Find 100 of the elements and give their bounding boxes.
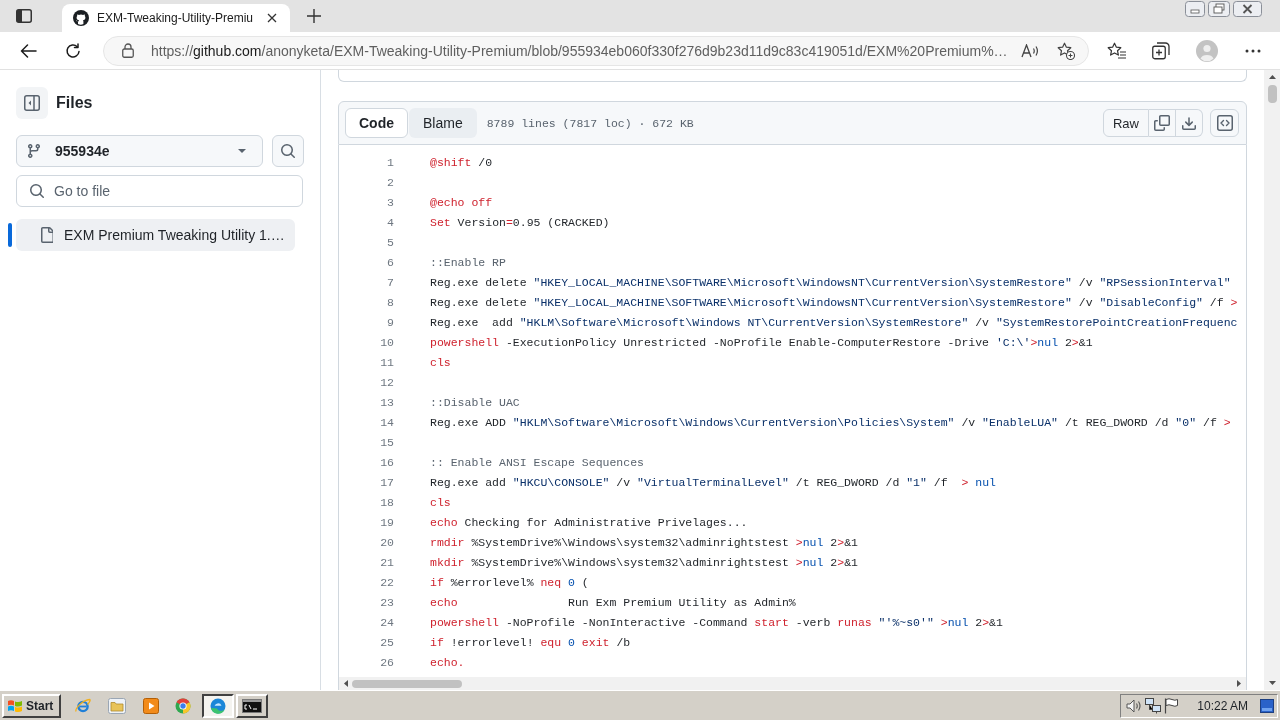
line-number: 15 xyxy=(379,435,394,451)
code-line: @shift /0 xyxy=(430,155,493,171)
code-line: ::Enable RP xyxy=(430,255,506,271)
code-line: Reg.exe delete "HKEY_LOCAL_MACHINE\SOFTWARE\Microsoft\WindowsNT\CurrentVersion\SystemRestore" /v "RPSessionInterval" xyxy=(430,275,1231,291)
url-text: https://github.com/anonyketa/EXM-Tweaking-Utility-Premium/blob/955934eb060f330f276d9b23d11d9c83c419051d/EXM%20Premium%… xyxy=(151,42,1008,59)
scroll-right-icon[interactable] xyxy=(1237,680,1241,687)
file-info: 8789 lines (7817 loc) · 672 KB xyxy=(486,116,694,130)
refresh-icon[interactable] xyxy=(65,42,81,59)
caret-icon xyxy=(238,149,246,153)
view-tab[interactable]: Blame xyxy=(409,108,477,138)
speaker-icon[interactable] xyxy=(1126,698,1142,713)
code-line: powershell -NoProfile -NonInteractive -Command start -verb runas "'%~s0'" >nul 2>&1 xyxy=(430,615,1003,631)
copy-icon xyxy=(1154,115,1170,131)
line-number: 25 xyxy=(379,635,394,651)
code-line: if !errorlevel! equ 0 exit /b xyxy=(430,635,631,651)
symbols-button[interactable] xyxy=(1210,109,1239,137)
scrollbar-thumb[interactable] xyxy=(352,679,462,688)
code-line: echo Run Exm Premium Utility as Admin% xyxy=(430,595,796,611)
download-button[interactable] xyxy=(1176,109,1203,137)
file-icon xyxy=(41,227,53,243)
scroll-up-icon[interactable] xyxy=(1268,75,1276,79)
flag-icon[interactable] xyxy=(1164,697,1178,714)
code-line: powershell -ExecutionPolicy Unrestricted -NoProfile Enable-ComputerRestore -Drive 'C:\'>nul 2>&1 xyxy=(430,335,1093,351)
browser-tab[interactable]: EXM-Tweaking-Utility-Premiu xyxy=(62,4,290,32)
collections-icon[interactable] xyxy=(1152,41,1170,60)
code-line: echo Checking for Administrative Privelages... xyxy=(430,515,748,531)
taskbar-button[interactable] xyxy=(202,693,235,718)
clock[interactable]: 10:22 AM xyxy=(1197,698,1248,713)
line-number: 12 xyxy=(379,375,394,391)
code-line: @echo off xyxy=(430,195,493,211)
file-item[interactable]: EXM Premium Tweaking Utility 1.… xyxy=(16,219,295,251)
line-number: 4 xyxy=(386,215,394,231)
code-line: Reg.exe delete "HKEY_LOCAL_MACHINE\SOFTWARE\Microsoft\WindowsNT\CurrentVersion\SystemRestore" /v "DisableConfig" /f > xyxy=(430,295,1238,311)
horizontal-scrollbar[interactable] xyxy=(339,677,1246,690)
star-plus-icon[interactable] xyxy=(1057,41,1075,60)
vertical-scrollbar[interactable] xyxy=(1264,70,1280,690)
terminal-icon[interactable] xyxy=(242,698,263,713)
line-number: 11 xyxy=(379,355,394,371)
close-icon[interactable] xyxy=(1233,1,1262,17)
line-number: 5 xyxy=(386,235,394,251)
star-list-icon[interactable] xyxy=(1107,42,1127,59)
selection-indicator xyxy=(8,223,12,247)
back-icon[interactable] xyxy=(20,43,37,58)
line-number: 10 xyxy=(379,335,394,351)
code-line: rmdir %SystemDrive%\Windows\system32\adminrightstest >nul 2>&1 xyxy=(430,535,858,551)
branch-selector[interactable]: 955934e xyxy=(16,135,263,167)
line-number: 17 xyxy=(379,475,394,491)
raw-button[interactable]: Raw xyxy=(1103,109,1149,137)
line-number: 14 xyxy=(379,415,394,431)
line-number: 20 xyxy=(379,535,394,551)
restore-icon[interactable] xyxy=(1208,1,1230,17)
browser-logo-icon[interactable] xyxy=(175,697,192,714)
address-bar[interactable]: https://github.com/anonyketa/EXM-Tweaking-Utility-Premium/blob/955934eb060f330f276d9b23d11d9c83c419051d/EXM%20Premium%… xyxy=(103,35,1089,66)
network-icon[interactable] xyxy=(1145,697,1161,714)
line-number: 2 xyxy=(386,175,394,191)
line-number: 24 xyxy=(379,615,394,631)
code-line: :: Enable ANSI Escape Sequences xyxy=(430,455,644,471)
copy-button[interactable] xyxy=(1149,109,1176,137)
line-number: 26 xyxy=(379,655,394,671)
scrollbar-thumb[interactable] xyxy=(1267,85,1277,103)
scroll-left-icon[interactable] xyxy=(344,680,348,687)
branch-icon xyxy=(28,143,40,159)
code-line: cls xyxy=(430,495,451,511)
lock-icon[interactable] xyxy=(122,43,134,58)
e-logo-icon[interactable] xyxy=(75,697,92,714)
line-number: 9 xyxy=(386,315,394,331)
line-number: 19 xyxy=(379,515,394,531)
desktop-icon[interactable] xyxy=(1260,698,1274,713)
code-line: echo. xyxy=(430,655,465,671)
code-line: Reg.exe add "HKCU\CONSOLE" /v "VirtualTerminalLevel" /t REG_DWORD /d "1" /f > nul xyxy=(430,475,996,491)
read-aloud-icon[interactable] xyxy=(1021,43,1039,58)
code-line: mkdir %SystemDrive%\Windows\system32\adminrightstest >nul 2>&1 xyxy=(430,555,858,571)
search-field[interactable]: Go to file xyxy=(16,175,303,207)
line-number: 7 xyxy=(386,275,394,291)
search-button[interactable] xyxy=(272,135,304,167)
panel-icon xyxy=(24,95,40,111)
close-icon[interactable] xyxy=(267,13,277,23)
minimize-icon[interactable] xyxy=(1185,1,1205,17)
more-icon[interactable] xyxy=(1245,48,1261,53)
download-icon xyxy=(1182,116,1196,130)
code-icon xyxy=(1216,115,1233,131)
collapse-sidebar-button[interactable] xyxy=(16,87,48,119)
sidebar-title: Files xyxy=(56,94,93,112)
code-line: Set Version=0.95 (CRACKED) xyxy=(430,215,610,231)
code-line: Reg.exe ADD "HKLM\Software\Microsoft\Windows\CurrentVersion\Policies\System" /v "EnableLUA" /t REG_DWORD /d "0" /f > xyxy=(430,415,1231,431)
line-number: 22 xyxy=(379,575,394,591)
code-line: ::Disable UAC xyxy=(430,395,520,411)
line-number: 18 xyxy=(379,495,394,511)
site-logo-icon xyxy=(73,10,89,26)
plus-icon[interactable] xyxy=(307,9,321,23)
search-icon xyxy=(280,143,296,159)
windows-flag-icon xyxy=(7,698,23,713)
view-tab[interactable]: Code xyxy=(345,108,408,138)
start-button[interactable]: Start xyxy=(2,693,62,718)
panel-icon[interactable] xyxy=(16,9,32,23)
code-line: Reg.exe add "HKLM\Software\Microsoft\Windows NT\CurrentVersion\SystemRestore" /v "SystemRestorePointCreationFrequenc xyxy=(430,315,1238,331)
play-icon[interactable] xyxy=(143,697,160,714)
line-number: 23 xyxy=(379,595,394,611)
line-number: 16 xyxy=(379,455,394,471)
scroll-down-icon[interactable] xyxy=(1268,681,1276,685)
